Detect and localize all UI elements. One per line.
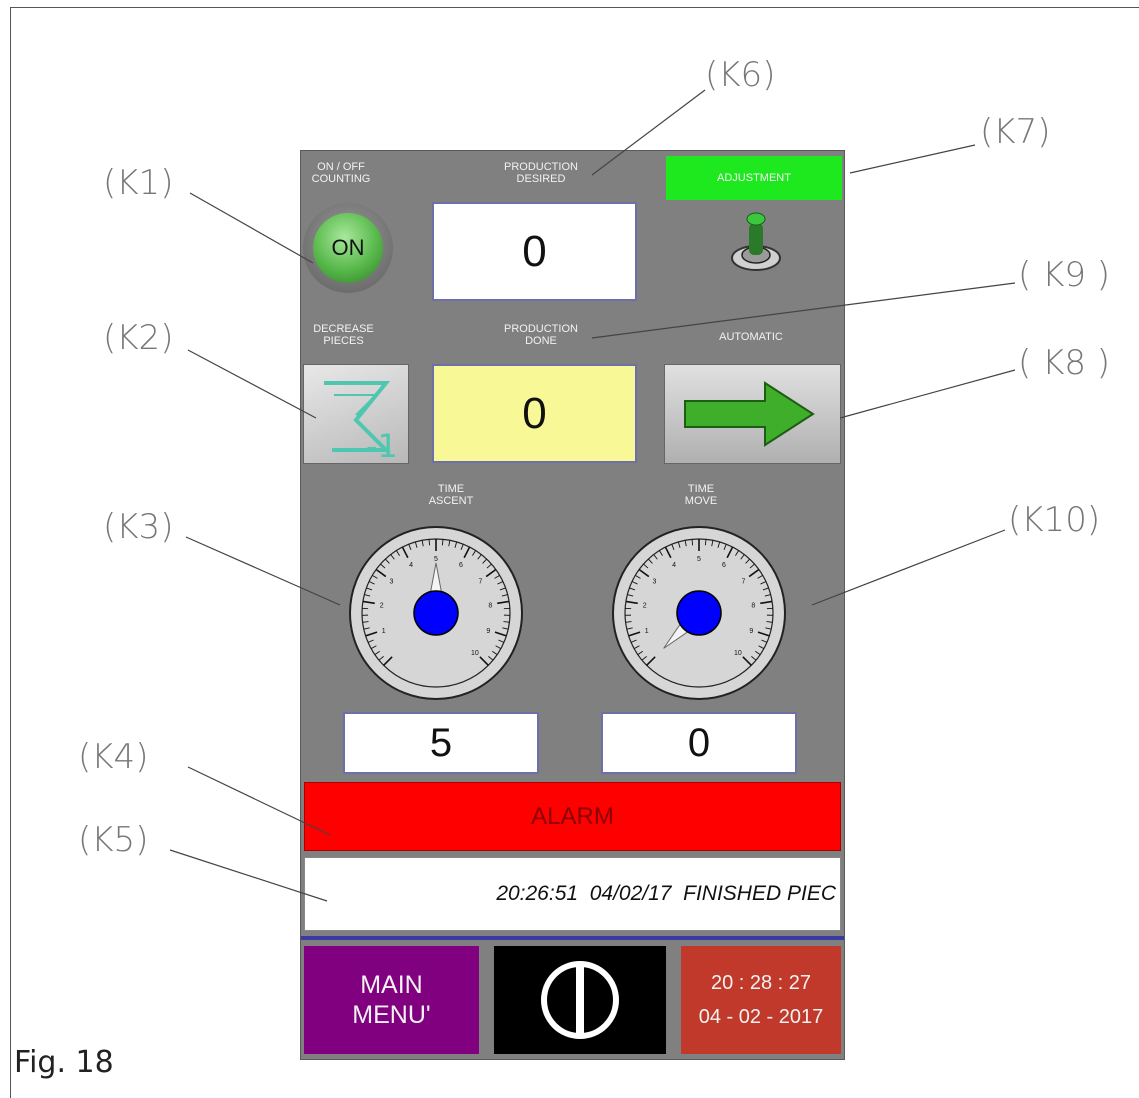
callout-k1: (K1) <box>103 163 174 203</box>
callout-k5: (K5) <box>78 820 149 860</box>
figure-label: Fig. 18 <box>14 1045 114 1080</box>
callout-k8: ( K8 ) <box>1018 343 1111 383</box>
callout-k10: (K10) <box>1008 500 1101 540</box>
callout-k6: (K6) <box>705 55 776 95</box>
callout-k9: ( K9 ) <box>1018 255 1111 295</box>
callout-k3: (K3) <box>103 507 174 547</box>
callout-k7: (K7) <box>980 112 1051 152</box>
callout-k4: (K4) <box>78 737 149 777</box>
callout-k2: (K2) <box>103 318 174 358</box>
